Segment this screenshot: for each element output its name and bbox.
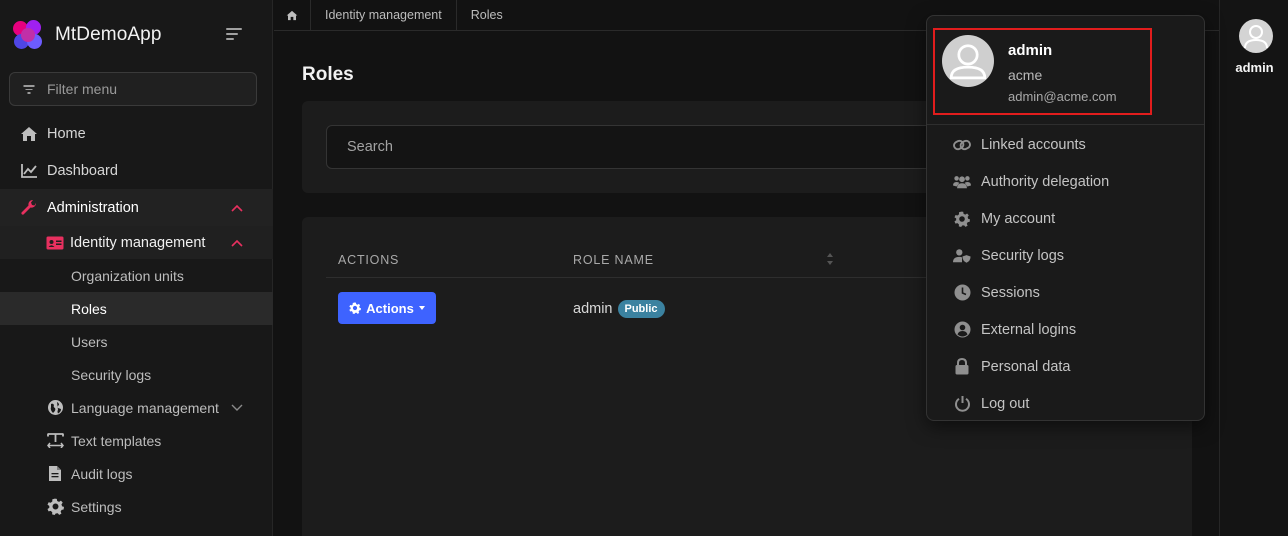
menu-item-label: Linked accounts xyxy=(981,136,1086,153)
menu-item-label: Security logs xyxy=(981,247,1065,264)
menu-item-label: Log out xyxy=(981,395,1030,412)
user-shield-icon xyxy=(953,247,971,265)
breadcrumb-item[interactable]: Identity management xyxy=(311,0,457,31)
user-profile-summary: admin acme admin@acme.com xyxy=(933,28,1152,115)
chevron-up-icon xyxy=(231,239,243,247)
menu-item-label: Sessions xyxy=(981,284,1040,301)
user-email: admin@acme.com xyxy=(1008,89,1117,104)
sidebar-item-label: Dashboard xyxy=(47,162,118,179)
wrench-icon xyxy=(20,199,38,217)
globe-icon xyxy=(46,399,64,417)
sidebar: MtDemoApp Filter menu Home Dashboard Adm… xyxy=(0,0,273,536)
sidebar-menu: Home Dashboard Administration Identity m… xyxy=(0,115,273,523)
users-icon xyxy=(953,173,971,191)
sidebar-item-identity-management[interactable]: Identity management xyxy=(0,226,273,259)
user-avatar-icon xyxy=(949,44,987,80)
gear-icon xyxy=(46,498,64,516)
column-header-role-name[interactable]: ROLE NAME xyxy=(573,253,654,267)
sidebar-item-security-logs[interactable]: Security logs xyxy=(0,358,273,391)
sidebar-item-label: Roles xyxy=(71,300,107,317)
menu-item-label: External logins xyxy=(981,321,1077,338)
menu-item-label: Personal data xyxy=(981,358,1071,375)
status-badge: Public xyxy=(617,300,665,318)
sidebar-item-label: Language management xyxy=(71,399,219,416)
user-menu-list: Linked accounts Authority delegation My … xyxy=(927,126,1204,422)
sidebar-item-label: Organization units xyxy=(71,267,184,284)
menu-item-label: My account xyxy=(981,210,1056,227)
avatar xyxy=(942,35,994,87)
gear-icon xyxy=(953,210,971,228)
user-circle-icon xyxy=(953,321,971,339)
sidebar-collapse-icon[interactable] xyxy=(226,27,242,41)
app-name: MtDemoApp xyxy=(55,24,162,45)
avatar[interactable] xyxy=(1239,19,1273,53)
menu-item-linked-accounts[interactable]: Linked accounts xyxy=(927,126,1204,163)
user-avatar-icon xyxy=(1244,25,1268,49)
menu-item-sessions[interactable]: Sessions xyxy=(927,274,1204,311)
home-icon xyxy=(286,10,298,20)
sidebar-item-dashboard[interactable]: Dashboard xyxy=(0,152,273,189)
text-template-icon xyxy=(46,432,64,450)
filter-icon xyxy=(23,84,35,94)
sidebar-item-label: Security logs xyxy=(71,366,152,383)
clock-icon xyxy=(953,284,971,302)
actions-button-label: Actions xyxy=(366,300,414,316)
sidebar-item-label: Audit logs xyxy=(71,465,133,482)
lock-icon xyxy=(953,358,971,376)
sidebar-item-label: Identity management xyxy=(70,234,206,251)
id-card-icon xyxy=(46,234,64,252)
sidebar-item-text-templates[interactable]: Text templates xyxy=(0,424,273,457)
sidebar-item-label: Users xyxy=(71,333,108,350)
role-name-cell: admin Public xyxy=(573,300,665,318)
sidebar-item-settings[interactable]: Settings xyxy=(0,490,273,523)
filter-menu-placeholder: Filter menu xyxy=(47,81,118,97)
sidebar-item-language-management[interactable]: Language management xyxy=(0,391,273,424)
menu-item-log-out[interactable]: Log out xyxy=(927,385,1204,422)
column-header-actions: ACTIONS xyxy=(338,253,400,267)
menu-item-my-account[interactable]: My account xyxy=(927,200,1204,237)
sidebar-item-organization-units[interactable]: Organization units xyxy=(0,259,273,292)
caret-down-icon xyxy=(418,306,425,310)
menu-item-authority-delegation[interactable]: Authority delegation xyxy=(927,163,1204,200)
sidebar-item-users[interactable]: Users xyxy=(0,325,273,358)
breadcrumb-item: Roles xyxy=(470,8,503,22)
sidebar-item-label: Administration xyxy=(47,199,139,216)
sidebar-item-audit-logs[interactable]: Audit logs xyxy=(0,457,273,490)
role-name: admin xyxy=(573,301,613,317)
gear-icon xyxy=(349,302,362,314)
sidebar-item-roles[interactable]: Roles xyxy=(0,292,273,325)
user-menu-dropdown: admin acme admin@acme.com Linked account… xyxy=(926,15,1205,421)
link-icon xyxy=(953,136,971,154)
sidebar-item-label: Home xyxy=(47,125,86,142)
chart-line-icon xyxy=(20,162,38,180)
power-icon xyxy=(953,395,971,413)
sidebar-item-administration[interactable]: Administration xyxy=(0,189,273,226)
file-icon xyxy=(46,465,64,483)
menu-item-external-logins[interactable]: External logins xyxy=(927,311,1204,348)
sidebar-item-label: Text templates xyxy=(71,432,162,449)
divider xyxy=(927,124,1204,125)
user-toolbar: admin xyxy=(1219,0,1288,536)
sidebar-item-home[interactable]: Home xyxy=(0,115,273,152)
user-name: admin xyxy=(1008,42,1053,59)
actions-button[interactable]: Actions xyxy=(338,292,436,324)
app-logo-icon xyxy=(12,19,44,51)
toolbar-user-name[interactable]: admin xyxy=(1220,60,1288,75)
brand[interactable]: MtDemoApp xyxy=(12,18,262,52)
menu-item-label: Authority delegation xyxy=(981,173,1110,190)
sidebar-item-label: Settings xyxy=(71,498,122,515)
sort-icon[interactable] xyxy=(826,251,834,267)
menu-item-personal-data[interactable]: Personal data xyxy=(927,348,1204,385)
chevron-down-icon xyxy=(231,404,243,411)
home-icon xyxy=(20,125,38,143)
page-title: Roles xyxy=(302,64,354,85)
chevron-up-icon xyxy=(231,204,243,212)
breadcrumb-home[interactable] xyxy=(274,0,311,31)
user-tenant: acme xyxy=(1008,67,1043,83)
menu-item-security-logs[interactable]: Security logs xyxy=(927,237,1204,274)
filter-menu-input[interactable]: Filter menu xyxy=(9,72,257,106)
